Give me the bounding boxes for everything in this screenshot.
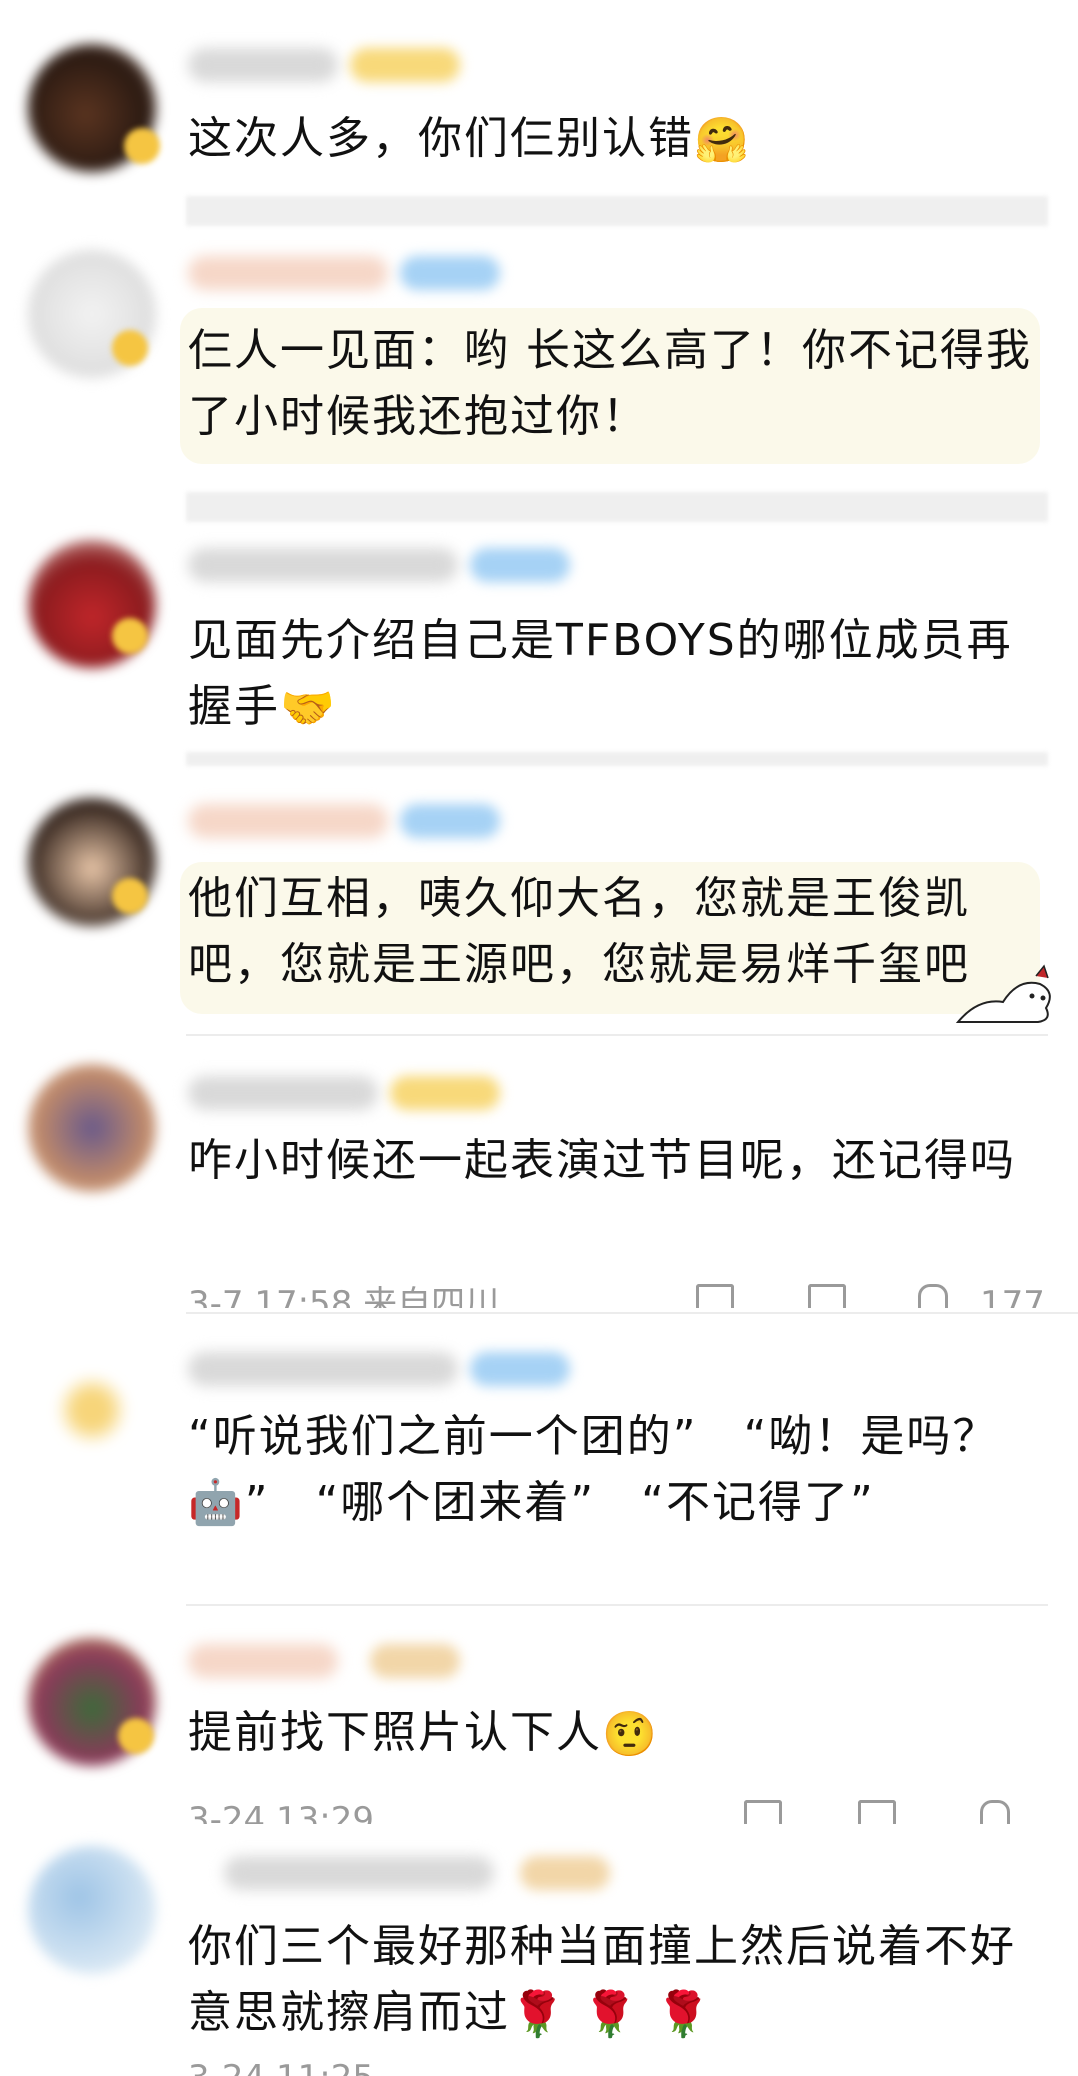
rose-emoji-icon: 🌹 🌹 🌹	[510, 1989, 713, 2040]
avatar[interactable]	[28, 1064, 156, 1192]
fan-badge	[470, 548, 570, 582]
handshake-emoji-icon: 🤝	[280, 683, 337, 734]
fan-badge	[400, 804, 500, 838]
comment-text: 咋小时候还一起表演过节目呢，还记得吗	[188, 1135, 1016, 1186]
dog-sticker-icon	[955, 964, 1051, 1023]
comment-meta: 3-24 13:29	[188, 1800, 374, 1824]
divider	[186, 752, 1048, 766]
avatar[interactable]	[28, 1846, 156, 1974]
divider	[186, 1312, 1078, 1314]
fan-badge	[390, 1076, 500, 1110]
username[interactable]	[188, 48, 338, 82]
comment-text: 这次人多，你们仨别认错🤗	[188, 106, 1048, 174]
username[interactable]	[188, 1644, 338, 1678]
divider	[186, 196, 1048, 226]
vip-badge-icon	[124, 128, 160, 164]
fan-badge	[400, 256, 500, 290]
raised-eyebrow-emoji-icon: 🤨	[602, 1709, 659, 1760]
username[interactable]	[188, 548, 458, 582]
vip-badge-icon	[112, 878, 148, 914]
username[interactable]	[224, 1856, 494, 1890]
comment-meta: 3-24 11:25	[188, 2058, 374, 2076]
comment-icon[interactable]	[858, 1800, 896, 1824]
comment-text: “听说我们之前一个团的” “呦！是吗？🤖” “哪个团来着” “不记得了”	[188, 1411, 999, 1528]
fan-badge	[350, 48, 460, 82]
like-count: 177	[980, 1284, 1045, 1308]
fan-badge	[520, 1856, 610, 1890]
fan-badge	[370, 1644, 460, 1678]
username[interactable]	[188, 1352, 458, 1386]
divider	[186, 1604, 1048, 1606]
avatar[interactable]	[28, 1346, 156, 1474]
vip-badge-icon	[118, 1718, 154, 1754]
divider	[186, 1034, 1048, 1036]
comment-meta: 3-7 17:58 来自四川	[188, 1284, 500, 1308]
hug-emoji-icon: 🤗	[694, 115, 751, 166]
vip-badge-icon	[112, 330, 148, 366]
comment-text: 见面先介绍自己是TFBOYS的哪位成员再握手🤝	[188, 608, 1048, 742]
comment-text: 仨人一见面：哟 长这么高了！你不记得我了小时候我还抱过你！	[188, 325, 1032, 442]
vip-badge-icon	[112, 618, 148, 654]
divider	[186, 492, 1048, 522]
like-icon[interactable]	[980, 1800, 1010, 1824]
fan-badge	[470, 1352, 570, 1386]
comment-icon[interactable]	[808, 1284, 846, 1308]
comment-text: 提前找下照片认下人🤨	[188, 1700, 1048, 1768]
share-icon[interactable]	[696, 1284, 734, 1308]
comment-text: 他们互相，咦久仰大名，您就是王俊凯吧，您就是王源吧，您就是易烊千玺吧	[188, 873, 970, 990]
username[interactable]	[188, 256, 388, 290]
username[interactable]	[188, 1076, 378, 1110]
comment-text: 你们三个最好那种当面撞上然后说着不好意思就擦肩而过🌹 🌹 🌹	[188, 1914, 1048, 2048]
like-icon[interactable]	[918, 1284, 948, 1308]
share-icon[interactable]	[744, 1800, 782, 1824]
username[interactable]	[188, 804, 388, 838]
